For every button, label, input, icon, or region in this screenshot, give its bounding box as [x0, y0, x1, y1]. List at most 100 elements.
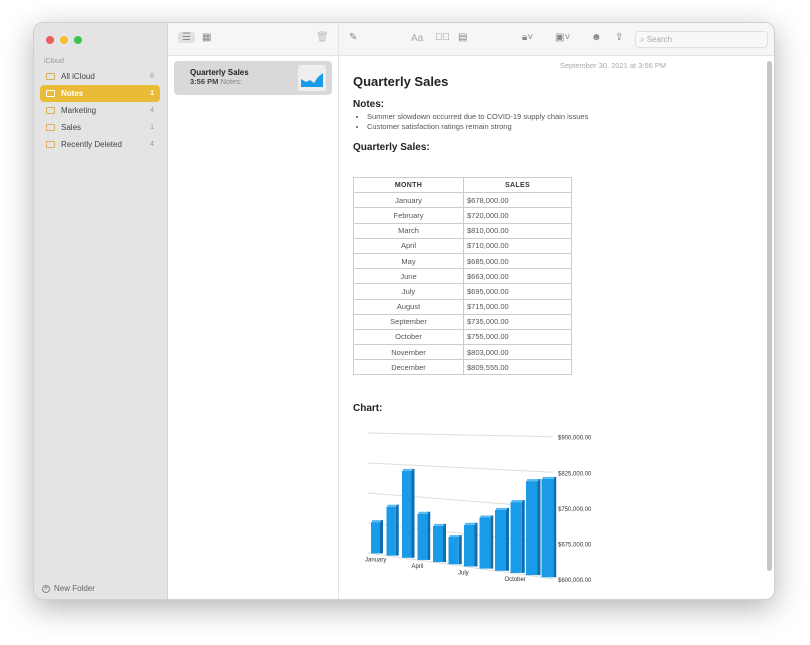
minimize-button[interactable]: [60, 36, 68, 44]
new-folder-button[interactable]: + New Folder: [42, 584, 95, 593]
collaborate-icon[interactable]: ☻: [591, 32, 602, 43]
sales-cell: $678,000.00: [463, 192, 572, 209]
window-controls: [46, 36, 82, 44]
y-tick-label: $825,000.00: [558, 472, 592, 478]
notes-heading: Notes:: [353, 99, 385, 110]
table-icon[interactable]: ▤: [458, 32, 467, 43]
bar-september: [495, 510, 506, 572]
lock-icon[interactable]: 🔒︎˅: [522, 32, 533, 43]
bar-january: [371, 522, 380, 554]
bar-top: [527, 479, 539, 482]
month-cell: October: [353, 328, 464, 346]
sales-cell: $755,000.00: [463, 328, 572, 346]
x-tick-label: October: [505, 577, 526, 583]
sales-cell: $803,000.00: [463, 344, 572, 361]
bar-side: [490, 515, 494, 570]
table-row: September $735,000.00: [353, 313, 572, 330]
folder-label: Sales: [61, 123, 82, 132]
bar-top: [387, 505, 397, 508]
format-button[interactable]: Aa: [411, 33, 423, 44]
compose-icon[interactable]: ✎: [349, 32, 357, 43]
table-row: December $809,555.00: [353, 359, 572, 376]
scrollbar[interactable]: [767, 61, 772, 571]
sidebar-item-all-icloud[interactable]: All iCloud 6: [40, 68, 160, 85]
list-view-icon[interactable]: ☰: [178, 32, 195, 43]
checklist-icon[interactable]: ✓⃝: [435, 32, 450, 43]
month-cell: March: [353, 222, 464, 239]
folder-icon: [46, 141, 55, 148]
bar-top: [542, 477, 555, 480]
sidebar-item-notes[interactable]: Notes 1: [40, 85, 160, 102]
bar-top: [511, 500, 523, 503]
bar-side: [427, 512, 431, 561]
sales-chart: $900,000.00 $825,000.00 $750,000.00 $675,00…: [365, 432, 592, 584]
table-row: March $810,000.00: [353, 222, 572, 239]
bar-march: [402, 471, 412, 559]
folder-count: 4: [150, 141, 154, 148]
table-row: August $715,000.00: [353, 298, 572, 315]
table-heading: Quarterly Sales:: [353, 142, 430, 153]
editor-toolbar: ✎ Aa ✓⃝ ▤ 🔒︎˅ ▣˅ ☻ ⇪ ⌕ Search: [339, 23, 774, 56]
month-cell: September: [353, 313, 464, 330]
x-tick-label: July: [458, 571, 469, 577]
sidebar-item-sales[interactable]: Sales 1: [40, 119, 160, 136]
bar-november: [526, 481, 538, 576]
table-row: February $720,000.00: [353, 207, 572, 224]
bar-side: [537, 479, 541, 576]
bar-side: [443, 524, 446, 563]
bar-october: [510, 502, 522, 574]
month-cell: June: [353, 268, 464, 285]
list-toolbar: ☰ ▦ 🗑: [168, 23, 338, 56]
folder-label: Recently Deleted: [61, 140, 122, 149]
folder-icon: [46, 124, 55, 131]
bullet-item: Summer slowdown occurred due to COVID-19…: [367, 112, 762, 122]
sales-cell: $663,000.00: [463, 268, 572, 285]
sales-cell: $810,000.00: [463, 222, 572, 239]
table-row: November $803,000.00: [353, 344, 572, 361]
close-button[interactable]: [46, 36, 54, 44]
note-title-heading: Quarterly Sales: [353, 74, 449, 89]
month-cell: January: [353, 192, 464, 209]
plus-icon: +: [42, 584, 50, 593]
sales-cell: $710,000.00: [463, 237, 572, 254]
bar-side: [553, 477, 557, 578]
note-preview: Notes:: [220, 77, 243, 86]
note-time: 3:56 PM: [190, 77, 219, 86]
y-tick-label: $750,000.00: [558, 507, 592, 513]
table-row: July $695,000.00: [353, 283, 572, 300]
header-sales: SALES: [463, 176, 572, 194]
notes-window: iCloud All iCloud 6 Notes 1 Marketing 4 Sales 1…: [33, 22, 775, 600]
bar-side: [411, 469, 415, 559]
share-icon[interactable]: ⇪: [615, 32, 623, 43]
sidebar-item-recently-deleted[interactable]: Recently Deleted 4: [40, 136, 160, 153]
month-cell: July: [353, 283, 464, 300]
zoom-button[interactable]: [74, 36, 82, 44]
header-month: MONTH: [353, 176, 464, 194]
section-label: iCloud: [44, 58, 64, 65]
list-item[interactable]: Quarterly Sales 3:56 PM Notes:: [174, 61, 332, 95]
folder-count: 4: [150, 107, 154, 114]
search-input[interactable]: ⌕ Search: [635, 31, 768, 48]
notes-list: Summer slowdown occurred due to COVID-19…: [367, 112, 762, 132]
folder-count: 1: [150, 90, 154, 97]
y-tick-label: $600,000.00: [558, 578, 592, 584]
bar-side: [380, 520, 383, 554]
sales-table: MONTH SALES January $678,000.00 February $72…: [353, 176, 572, 376]
folder-label: Notes: [61, 89, 84, 98]
sales-cell: $735,000.00: [463, 313, 572, 330]
x-tick-label: January: [365, 558, 386, 564]
media-icon[interactable]: ▣˅: [555, 32, 570, 43]
trash-icon[interactable]: 🗑: [316, 32, 329, 43]
new-folder-label: New Folder: [54, 584, 95, 593]
table-row: October $755,000.00: [353, 328, 572, 346]
bar-top: [449, 535, 460, 538]
y-tick-label: $675,000.00: [558, 543, 592, 549]
table-row: June $663,000.00: [353, 268, 572, 285]
sales-cell: $809,555.00: [463, 359, 572, 376]
gallery-view-icon[interactable]: ▦: [202, 32, 211, 43]
bar-top: [372, 520, 381, 523]
sidebar-item-marketing[interactable]: Marketing 4: [40, 102, 160, 119]
note-content[interactable]: September 30, 2021 at 3:56 PM Quarterly …: [353, 56, 762, 599]
sales-cell: $685,000.00: [463, 252, 572, 270]
search-icon: ⌕: [640, 35, 645, 44]
